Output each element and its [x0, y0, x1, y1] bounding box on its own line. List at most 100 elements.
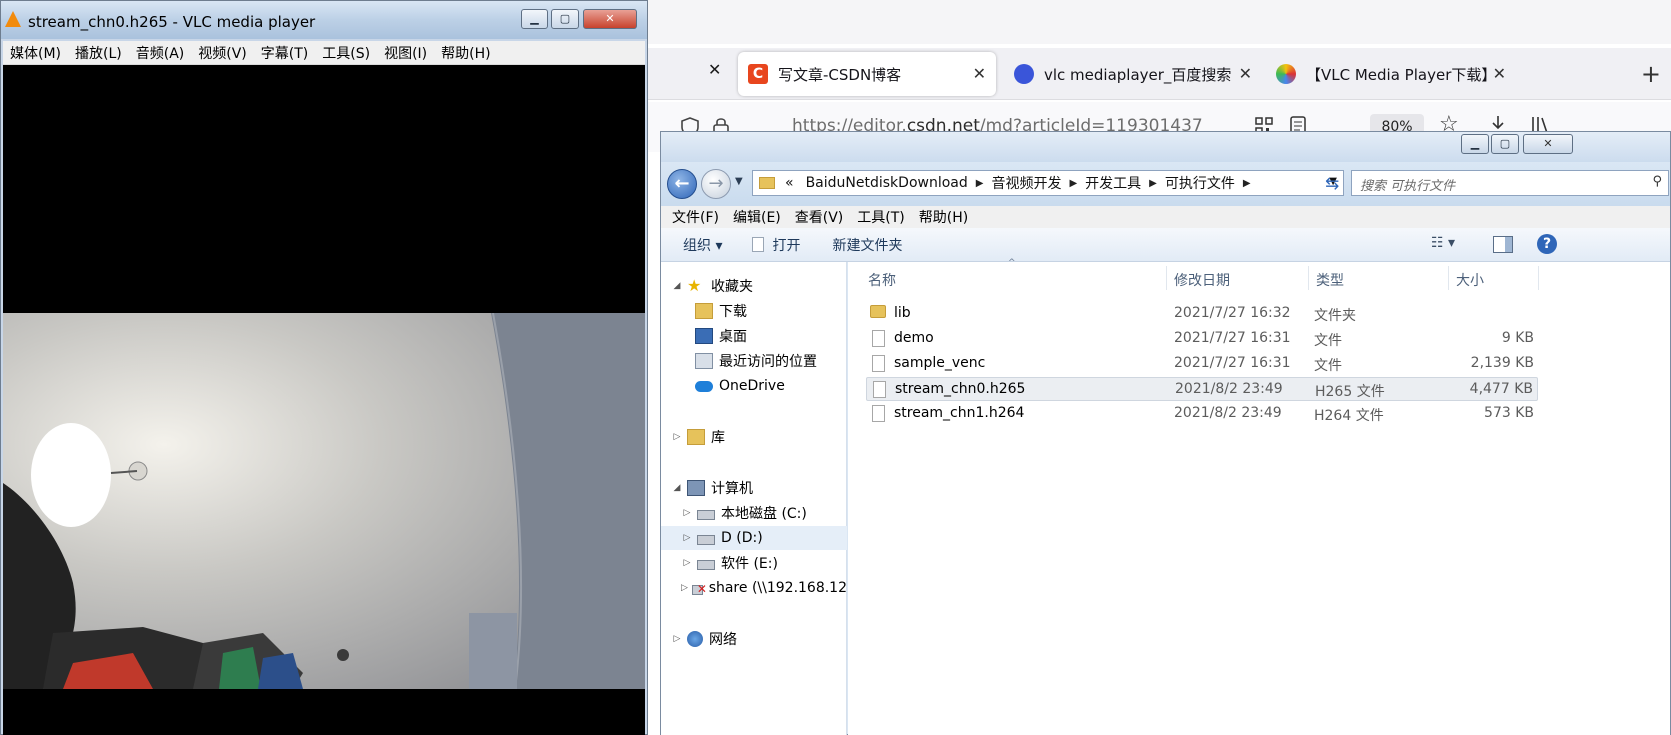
tab-label: vlc mediaplayer_百度搜索 [1044, 65, 1232, 84]
expand-arrow-icon[interactable]: ▷ [671, 432, 683, 442]
expand-arrow-icon[interactable]: ▷ [681, 508, 693, 518]
column-header-size[interactable]: 大小 [1456, 270, 1484, 290]
menu-subtitle[interactable]: 字幕(T) [254, 43, 315, 63]
column-header-date[interactable]: 修改日期 [1174, 270, 1230, 290]
nav-drive-d[interactable]: ▷ D (D:) [661, 526, 847, 550]
browser-titlebar [640, 0, 1671, 44]
file-row-lib[interactable]: lib 2021/7/27 16:32 文件夹 [866, 302, 1538, 326]
nav-onedrive[interactable]: OneDrive [691, 374, 785, 398]
video-output[interactable] [3, 65, 645, 735]
open-button[interactable]: 打开 [764, 235, 814, 255]
close-button[interactable]: ✕ [1523, 134, 1573, 154]
network-globe-icon [687, 631, 703, 647]
search-icon: ⚲ [1652, 174, 1662, 189]
maximize-button[interactable]: ▢ [1491, 134, 1519, 154]
menu-help[interactable]: 帮助(H) [912, 207, 975, 227]
chevron-right-icon[interactable]: ▶ [1241, 178, 1253, 189]
new-folder-button[interactable]: 新建文件夹 [814, 235, 916, 255]
folder-icon [759, 177, 775, 189]
menu-file[interactable]: 文件(F) [665, 207, 726, 227]
minimize-button[interactable]: ▁ [521, 9, 548, 29]
maximize-button[interactable]: ▢ [551, 9, 579, 29]
menu-playback[interactable]: 播放(L) [68, 43, 129, 63]
nav-downloads[interactable]: 下载 [691, 299, 747, 323]
explorer-menubar: 文件(F) 编辑(E) 查看(V) 工具(T) 帮助(H) [661, 206, 1670, 228]
file-row-demo[interactable]: demo 2021/7/27 16:31 文件 9 KB [866, 327, 1538, 351]
expand-arrow-icon[interactable]: ◢ [671, 483, 683, 493]
chevron-right-icon[interactable]: ▶ [974, 178, 986, 189]
nav-network-share[interactable]: ▷ ✕ share (\\192.168.12 [681, 576, 847, 600]
help-icon[interactable]: ? [1537, 234, 1557, 254]
disconnected-drive-icon: ✕ [691, 582, 707, 596]
file-row-sample-venc[interactable]: sample_venc 2021/7/27 16:31 文件 2,139 KB [866, 352, 1538, 376]
breadcrumb-baidunetdiskdownload[interactable]: BaiduNetdiskDownload [800, 175, 974, 191]
file-icon [872, 405, 885, 422]
menu-video[interactable]: 视频(V) [191, 43, 254, 63]
desktop-icon [695, 328, 713, 344]
address-bar[interactable]: « BaiduNetdiskDownload ▶ 音视频开发 ▶ 开发工具 ▶ … [752, 170, 1344, 196]
new-tab-icon[interactable]: + [1641, 60, 1661, 88]
column-header-name[interactable]: 名称 [868, 270, 896, 290]
column-divider[interactable] [1538, 266, 1539, 290]
nav-favorites[interactable]: ◢ ★ 收藏夹 [671, 274, 753, 298]
expand-arrow-icon[interactable]: ▷ [681, 533, 693, 543]
chevron-right-icon[interactable]: ▶ [1067, 178, 1079, 189]
search-input[interactable]: 搜索 可执行文件 ⚲ [1351, 170, 1669, 196]
nav-computer[interactable]: ◢ 计算机 [671, 476, 753, 500]
video-frame [3, 313, 645, 689]
menu-audio[interactable]: 音频(A) [129, 43, 192, 63]
view-options-icon[interactable]: ☷ ▾ [1431, 235, 1455, 251]
nav-recent[interactable]: 最近访问的位置 [691, 349, 817, 373]
menu-media[interactable]: 媒体(M) [3, 43, 68, 63]
column-divider[interactable] [1308, 266, 1309, 290]
column-divider[interactable] [1448, 266, 1449, 290]
vlc-window-title: stream_chn0.h265 - VLC media player [28, 13, 316, 31]
explorer-titlebar: ▁ ▢ ✕ [661, 132, 1670, 162]
forward-arrow-icon[interactable]: → [701, 169, 731, 199]
expand-arrow-icon[interactable]: ◢ [671, 281, 683, 291]
refresh-icon[interactable]: ⇆ [1325, 174, 1339, 194]
expand-arrow-icon[interactable]: ▷ [681, 558, 693, 568]
explorer-nav-bar: ← → ▼ « BaiduNetdiskDownload ▶ 音视频开发 ▶ 开… [661, 162, 1670, 206]
tab-vlc-download[interactable]: 【VLC Media Player下载】202 ✕ [1266, 52, 1516, 96]
nav-network[interactable]: ▷ 网络 [671, 627, 737, 651]
file-row-stream-chn0[interactable]: stream_chn0.h265 2021/8/2 23:49 H265 文件 … [866, 377, 1538, 401]
file-list: ^ 名称 修改日期 类型 大小 lib 2021/7/27 16:32 文件夹 … [848, 258, 1670, 735]
breadcrumb-dev-tools[interactable]: 开发工具 [1079, 173, 1147, 193]
file-icon [872, 355, 885, 372]
menu-edit[interactable]: 编辑(E) [726, 207, 788, 227]
column-divider[interactable] [1166, 266, 1167, 290]
breadcrumb-av-dev[interactable]: 音视频开发 [985, 173, 1067, 193]
nav-drive-e[interactable]: ▷ 软件 (E:) [681, 551, 778, 575]
chevron-right-icon[interactable]: ▶ [1147, 178, 1159, 189]
sort-ascending-icon: ^ [1008, 258, 1016, 268]
breadcrumb-overflow[interactable]: « [779, 175, 800, 191]
back-arrow-icon[interactable]: ← [667, 169, 697, 199]
nav-drive-c[interactable]: ▷ 本地磁盘 (C:) [681, 501, 807, 525]
tab-baidu[interactable]: vlc mediaplayer_百度搜索 ✕ [1004, 52, 1262, 96]
organize-button[interactable]: 组织 ▾ [661, 235, 736, 255]
expand-arrow-icon[interactable]: ▷ [681, 583, 688, 593]
close-button[interactable]: ✕ [583, 9, 637, 29]
menu-help[interactable]: 帮助(H) [434, 43, 497, 63]
nav-libraries[interactable]: ▷ 库 [671, 425, 725, 449]
minimize-button[interactable]: ▁ [1461, 134, 1489, 154]
close-tab-icon[interactable]: ✕ [708, 60, 721, 79]
preview-pane-icon[interactable] [1493, 236, 1513, 253]
menu-view[interactable]: 视图(I) [377, 43, 434, 63]
menu-view[interactable]: 查看(V) [788, 207, 851, 227]
close-tab-icon[interactable]: ✕ [1493, 64, 1506, 83]
file-row-stream-chn1[interactable]: stream_chn1.h264 2021/8/2 23:49 H264 文件 … [866, 402, 1538, 426]
column-header-type[interactable]: 类型 [1316, 270, 1344, 290]
tab-csdn[interactable]: C 写文章-CSDN博客 ✕ [738, 52, 996, 96]
close-tab-icon[interactable]: ✕ [973, 64, 986, 83]
expand-arrow-icon[interactable]: ▷ [671, 634, 683, 644]
breadcrumb-executables[interactable]: 可执行文件 [1159, 173, 1241, 193]
nav-desktop[interactable]: 桌面 [691, 324, 747, 348]
menu-tools[interactable]: 工具(T) [850, 207, 911, 227]
history-dropdown-icon[interactable]: ▼ [735, 176, 743, 187]
vlc-titlebar: stream_chn0.h265 - VLC media player ▁ ▢ … [1, 1, 647, 39]
computer-icon [687, 480, 705, 496]
close-tab-icon[interactable]: ✕ [1239, 64, 1252, 83]
menu-tools[interactable]: 工具(S) [315, 43, 377, 63]
